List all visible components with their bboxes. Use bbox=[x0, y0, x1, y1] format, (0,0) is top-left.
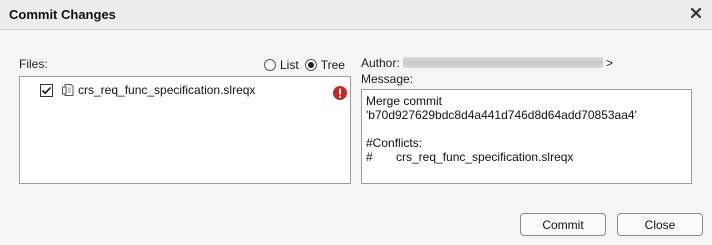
file-name: crs_req_func_specification.slreqx bbox=[78, 83, 256, 97]
error-icon bbox=[333, 86, 347, 100]
radio-list-indicator[interactable] bbox=[264, 59, 276, 71]
message-textarea[interactable]: Merge commit 'b70d927629bdc8d4a441d746d8… bbox=[361, 89, 692, 184]
files-tree[interactable]: crs_req_func_specification.slreqx bbox=[19, 76, 351, 184]
radio-tree-indicator[interactable] bbox=[304, 59, 317, 71]
commit-button[interactable]: Commit bbox=[520, 213, 606, 236]
close-button[interactable]: Close bbox=[617, 213, 703, 236]
file-checkbox[interactable] bbox=[40, 83, 53, 97]
close-icon[interactable] bbox=[689, 6, 703, 20]
message-label: Message: bbox=[361, 72, 414, 86]
dialog-titlebar: Commit Changes bbox=[0, 0, 712, 30]
commit-changes-dialog: Commit Changes Files: List Tree crs_req_… bbox=[0, 0, 712, 245]
radio-tree[interactable]: Tree bbox=[304, 58, 345, 72]
author-label: Author: \ bbox=[361, 56, 406, 70]
author-label-text: Author: bbox=[361, 56, 400, 70]
file-row[interactable]: crs_req_func_specification.slreqx bbox=[40, 81, 350, 100]
radio-list-label: List bbox=[280, 58, 299, 72]
radio-tree-label: Tree bbox=[320, 58, 345, 72]
author-value-redacted bbox=[403, 57, 603, 68]
radio-list[interactable]: List bbox=[264, 58, 299, 72]
dialog-title: Commit Changes bbox=[9, 7, 116, 22]
requirements-file-icon bbox=[62, 84, 74, 96]
checkmark-icon bbox=[41, 86, 52, 94]
author-value-suffix: > bbox=[606, 56, 614, 70]
view-mode-radio-group: List Tree bbox=[264, 57, 351, 73]
files-label: Files: bbox=[19, 57, 48, 71]
